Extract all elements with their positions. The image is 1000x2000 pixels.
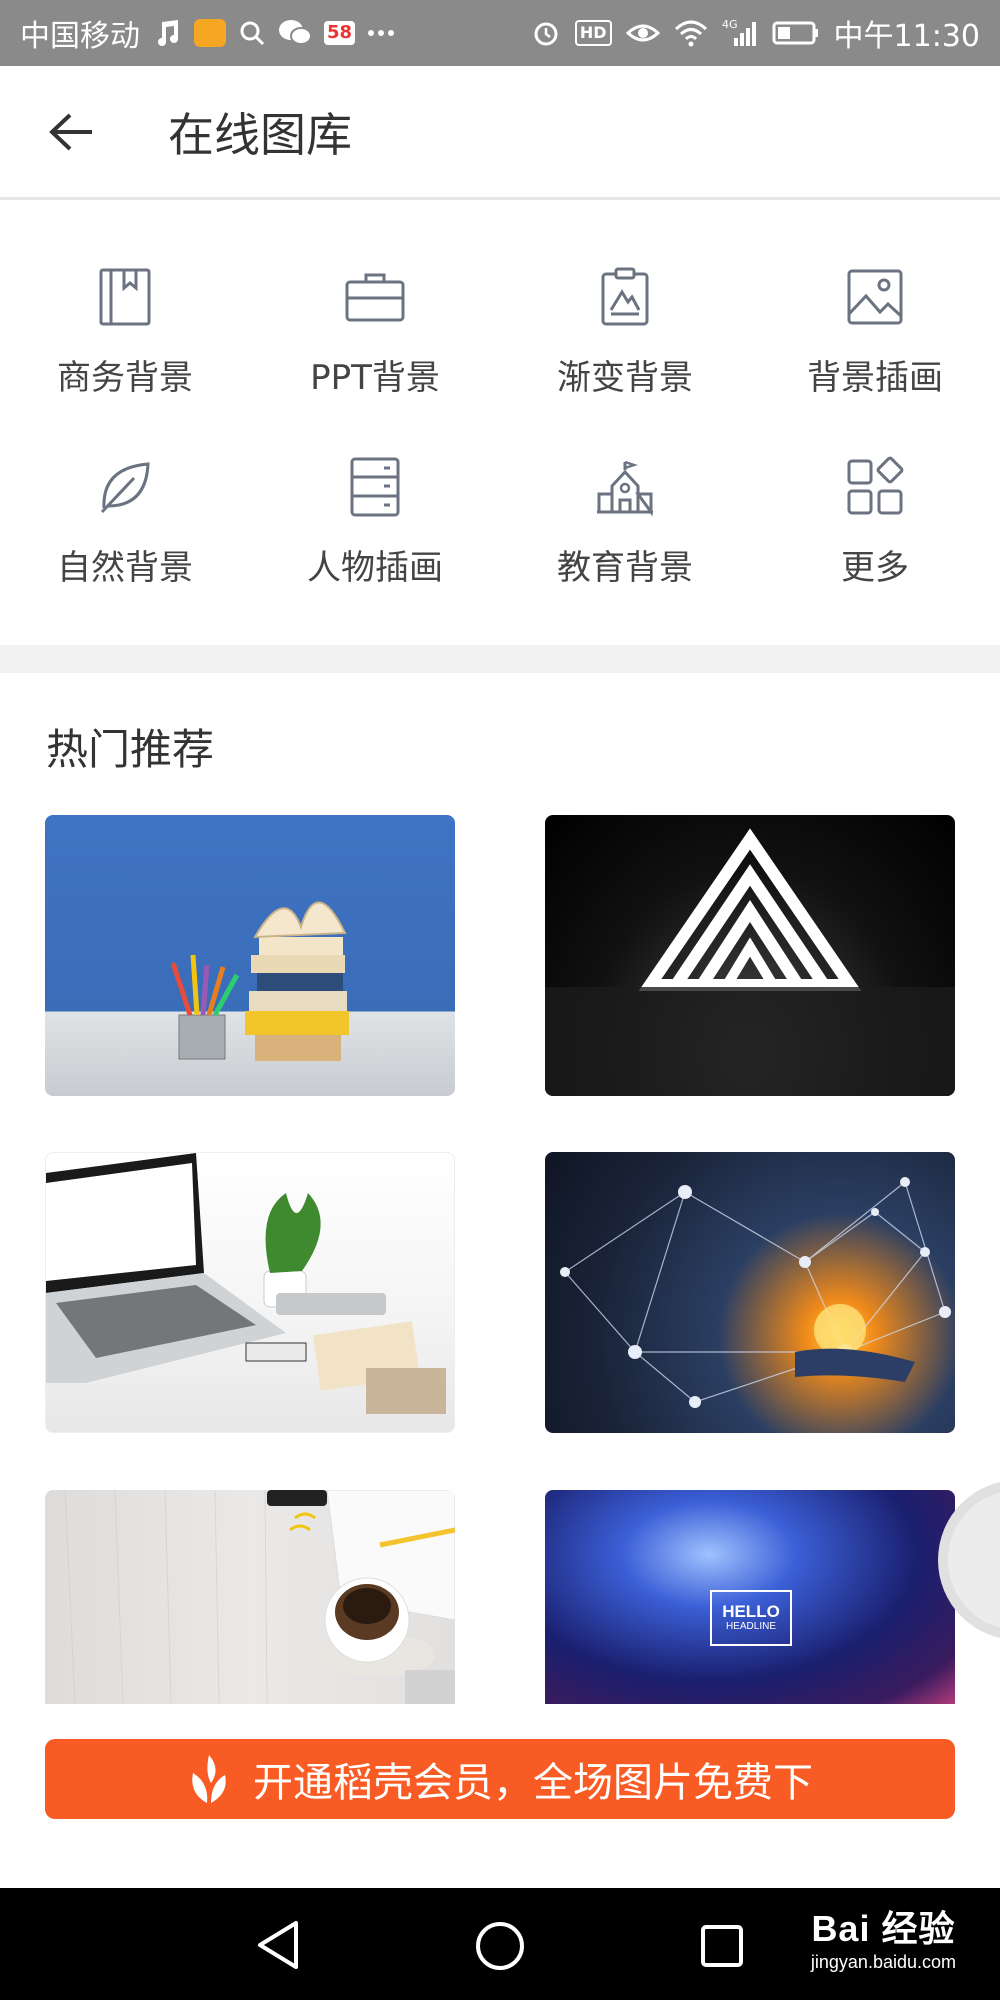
- thumbnail-hello[interactable]: HELLO HEADLINE: [545, 1490, 955, 1704]
- nav-back-icon: [258, 1921, 298, 1969]
- thumbnail-laptop[interactable]: [45, 1152, 455, 1433]
- grid-more-icon: [847, 456, 904, 515]
- hello-subtitle: HEADLINE: [725, 1621, 776, 1632]
- eye-icon: [625, 21, 660, 45]
- briefcase-icon: [345, 273, 405, 322]
- nav-recent-icon: [701, 1925, 743, 1967]
- leaf-icon: [100, 462, 150, 514]
- promo-label: 开通稻壳会员，全场图片免费下: [253, 1760, 813, 1806]
- nav-back-button[interactable]: [248, 1918, 308, 1972]
- category-business[interactable]: 商务背景: [0, 230, 250, 420]
- app58-icon: 58: [324, 21, 356, 45]
- cabinet-icon: [350, 457, 400, 517]
- category-ppt[interactable]: PPT背景: [250, 230, 500, 420]
- category-label: 渐变背景: [557, 358, 693, 398]
- category-label: 人物插画: [307, 548, 443, 588]
- system-nav-bar: Bai 经验 jingyan.baidu.com: [0, 1888, 1000, 2000]
- music-icon: [152, 18, 182, 48]
- signal-label: 4G: [722, 18, 738, 31]
- coffee-image: [64, 1490, 455, 1704]
- books-image: [170, 901, 349, 1061]
- thumbnail-triangle[interactable]: [545, 815, 955, 1096]
- category-illustration[interactable]: 背景插画: [750, 230, 1000, 420]
- signal-icon: 4G: [722, 18, 758, 48]
- category-label: 教育背景: [557, 548, 693, 588]
- back-button[interactable]: [36, 97, 106, 167]
- hello-headline-box: HELLO HEADLINE: [710, 1590, 792, 1646]
- baidu-jingyan-watermark: Bai 经验 jingyan.baidu.com: [811, 1900, 956, 1973]
- carrier-name: 中国移动: [20, 19, 140, 54]
- category-label: 背景插画: [807, 358, 943, 398]
- school-icon: [597, 460, 653, 517]
- top-app-bar: 在线图库: [0, 66, 1000, 200]
- section-title: 热门推荐: [46, 725, 215, 774]
- network-image: [560, 1177, 951, 1408]
- status-bar: 中国移动 58 HD 4G 中午11:30: [0, 0, 1000, 66]
- arrow-left-icon: [49, 113, 92, 150]
- triangle-image: [545, 828, 955, 1096]
- page-title: 在线图库: [168, 107, 352, 162]
- watermark-line1: Bai 经验: [811, 1908, 956, 1949]
- section-divider: [0, 645, 1000, 673]
- vip-promo-button[interactable]: 开通稻壳会员，全场图片免费下: [45, 1739, 955, 1819]
- thumbnail-books[interactable]: [45, 815, 455, 1096]
- thumbnail-network[interactable]: [545, 1152, 955, 1433]
- nav-recent-button[interactable]: [696, 1920, 748, 1972]
- wechat-icon: [278, 19, 312, 47]
- alarm-icon: [531, 18, 561, 48]
- thumbnail-coffee[interactable]: [45, 1490, 455, 1704]
- category-people[interactable]: 人物插画: [250, 420, 500, 610]
- weibo-icon: [194, 19, 226, 47]
- docer-leaf-icon: [192, 1755, 226, 1803]
- image-icon: [847, 269, 903, 325]
- laptop-image: [46, 1153, 446, 1414]
- category-label: 更多: [841, 548, 909, 588]
- hello-title: HELLO: [722, 1602, 780, 1621]
- hd-icon: HD: [574, 20, 612, 46]
- search-icon: [238, 19, 266, 47]
- nav-home-button[interactable]: [472, 1918, 528, 1974]
- watermark-line2: jingyan.baidu.com: [810, 1952, 956, 1972]
- wifi-icon: [674, 19, 708, 47]
- category-gradient[interactable]: 渐变背景: [500, 230, 750, 420]
- nav-home-icon: [476, 1922, 524, 1970]
- category-grid: 商务背景 PPT背景 渐变背景 背景插画 自然背景 人物插画 教育背景 更多: [0, 230, 1000, 610]
- more-dots-icon: [367, 29, 395, 37]
- clipboard-mountain-icon: [601, 267, 649, 326]
- category-nature[interactable]: 自然背景: [0, 420, 250, 610]
- category-label: 商务背景: [57, 358, 193, 398]
- category-label: 自然背景: [57, 548, 193, 588]
- category-label: PPT背景: [310, 358, 440, 398]
- battery-icon: [772, 20, 820, 46]
- clock-time: 中午11:30: [833, 19, 980, 54]
- category-more[interactable]: 更多: [750, 420, 1000, 610]
- category-education[interactable]: 教育背景: [500, 420, 750, 610]
- book-icon: [99, 268, 151, 326]
